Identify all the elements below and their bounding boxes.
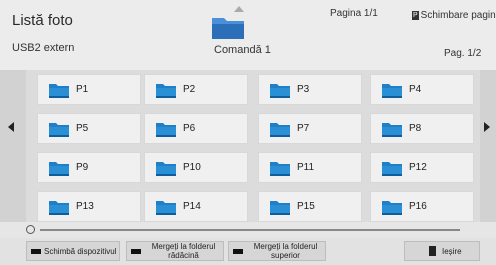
folder-label: P7	[297, 123, 310, 134]
change-device-label: Schimbă dispozitivul	[44, 246, 117, 256]
left-edge	[0, 70, 26, 222]
folder-tile[interactable]: P9	[37, 152, 141, 183]
folder-label: P12	[409, 162, 427, 173]
change-device-button[interactable]: Schimbă dispozitivul	[26, 241, 120, 261]
go-to-parent-folder-label: Mergeți la folderul superior	[253, 242, 318, 260]
p-key-icon: P	[412, 10, 419, 20]
folder-tile[interactable]: P6	[144, 113, 248, 144]
header-bar: Listă foto USB2 extern Comandă 1 Pagina …	[0, 0, 496, 70]
folder-label: P15	[297, 201, 315, 212]
folder-label: P10	[183, 162, 201, 173]
page-title: Listă foto	[12, 12, 73, 29]
folder-tile[interactable]: P11	[258, 152, 362, 183]
folder-label: P3	[297, 84, 310, 95]
remote-key-icon	[233, 248, 243, 254]
remote-key-icon	[131, 248, 141, 254]
previous-page-arrow-icon[interactable]	[8, 122, 14, 132]
folder-label: P6	[183, 123, 196, 134]
folder-label: P2	[183, 84, 196, 95]
scroll-row	[0, 222, 496, 238]
folder-icon	[270, 201, 290, 215]
folder-icon	[49, 201, 69, 215]
scrollbar-thumb[interactable]	[40, 229, 460, 231]
folder-icon	[49, 162, 69, 176]
folder-label: P5	[76, 123, 89, 134]
change-page-hint[interactable]: P Schimbare pagină	[412, 10, 496, 21]
folder-grid: P1 P2 P3 P4 P5 P6 P7 P8 P9 P10 P11 P12 P13 P14 P15 P16	[0, 70, 496, 222]
folder-up-arrow-icon	[234, 6, 244, 12]
folder-tile[interactable]: P15	[258, 191, 362, 222]
folder-icon	[382, 201, 402, 215]
folder-icon	[156, 162, 176, 176]
right-edge	[480, 70, 496, 222]
folder-tile[interactable]: P3	[258, 74, 362, 105]
folder-icon	[156, 201, 176, 215]
folder-label: P8	[409, 123, 422, 134]
go-to-parent-folder-button[interactable]: Mergeți la folderul superior	[228, 241, 326, 261]
footer-bar: Schimbă dispozitivul Mergeți la folderul…	[0, 238, 496, 265]
folder-tile[interactable]: P8	[370, 113, 474, 144]
folder-label: P13	[76, 201, 94, 212]
folder-tile[interactable]: P5	[37, 113, 141, 144]
folder-icon	[382, 162, 402, 176]
current-folder-label: Comandă 1	[214, 44, 271, 56]
next-page-arrow-icon[interactable]	[484, 122, 490, 132]
go-to-root-folder-button[interactable]: Mergeți la folderul rădăcină	[126, 241, 224, 261]
go-to-root-folder-label: Mergeți la folderul rădăcină	[151, 242, 216, 260]
folder-icon	[270, 123, 290, 137]
folder-label: P4	[409, 84, 422, 95]
exit-label: Ieșire	[442, 246, 462, 256]
folder-icon	[156, 84, 176, 98]
folder-icon	[270, 84, 290, 98]
folder-tile[interactable]: P7	[258, 113, 362, 144]
folder-icon	[156, 123, 176, 137]
folder-icon	[382, 84, 402, 98]
folder-label: P9	[76, 162, 89, 173]
page-indicator-top: Pagina 1/1	[330, 8, 378, 19]
folder-tile[interactable]: P13	[37, 191, 141, 222]
folder-label: P14	[183, 201, 201, 212]
exit-door-icon	[429, 246, 436, 256]
page-indicator: Pag. 1/2	[444, 48, 482, 59]
folder-tile[interactable]: P4	[370, 74, 474, 105]
exit-button[interactable]: Ieșire	[404, 241, 480, 261]
remote-key-icon	[31, 248, 41, 254]
folder-tile[interactable]: P12	[370, 152, 474, 183]
folder-label: P11	[297, 162, 315, 173]
scroll-indicator-icon	[26, 225, 35, 234]
folder-tile[interactable]: P1	[37, 74, 141, 105]
folder-tile[interactable]: P10	[144, 152, 248, 183]
folder-tile[interactable]: P16	[370, 191, 474, 222]
folder-label: P16	[409, 201, 427, 212]
folder-icon	[49, 84, 69, 98]
folder-label: P1	[76, 84, 89, 95]
folder-icon	[49, 123, 69, 137]
folder-icon	[270, 162, 290, 176]
device-name: USB2 extern	[12, 42, 75, 54]
change-page-label: Schimbare pagină	[420, 10, 496, 21]
folder-icon	[382, 123, 402, 137]
folder-tile[interactable]: P14	[144, 191, 248, 222]
folder-tile[interactable]: P2	[144, 74, 248, 105]
